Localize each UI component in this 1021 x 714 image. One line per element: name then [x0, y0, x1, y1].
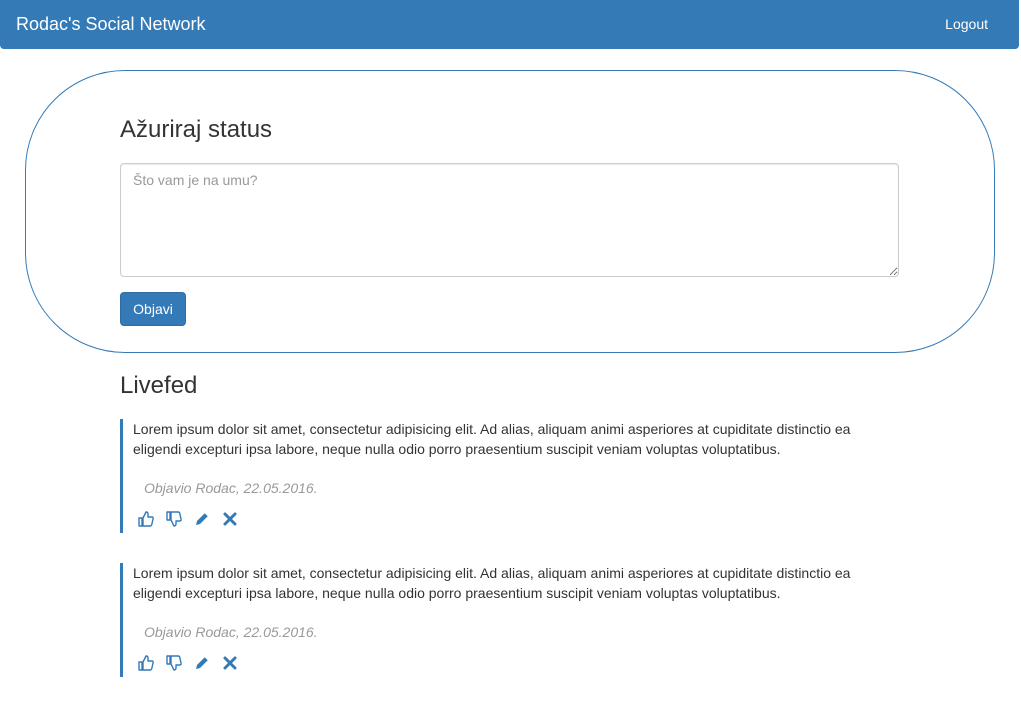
- livefeed-title: Livefed: [120, 372, 198, 399]
- status-title: Ažuriraj status: [120, 116, 273, 143]
- thumbs-up-icon[interactable]: [138, 511, 154, 527]
- remove-icon[interactable]: [222, 511, 238, 527]
- status-textarea[interactable]: [120, 163, 899, 277]
- pencil-icon[interactable]: [194, 655, 210, 671]
- thumbs-up-icon[interactable]: [138, 655, 154, 671]
- pencil-icon[interactable]: [194, 511, 210, 527]
- post-text: Lorem ipsum dolor sit amet, consectetur …: [133, 565, 851, 601]
- logout-link[interactable]: Logout: [945, 15, 988, 33]
- top-navbar: Rodac's Social Network Logout: [0, 0, 1019, 49]
- publish-button[interactable]: Objavi: [120, 292, 186, 326]
- thumbs-down-icon[interactable]: [166, 511, 182, 527]
- post-text: Lorem ipsum dolor sit amet, consectetur …: [133, 421, 851, 457]
- brand-link[interactable]: Rodac's Social Network: [16, 13, 206, 35]
- post-meta: Objavio Rodac, 22.05.2016.: [144, 480, 318, 496]
- remove-icon[interactable]: [222, 655, 238, 671]
- post-actions: [138, 511, 238, 527]
- thumbs-down-icon[interactable]: [166, 655, 182, 671]
- post-meta: Objavio Rodac, 22.05.2016.: [144, 624, 318, 640]
- feed-post: Lorem ipsum dolor sit amet, consectetur …: [120, 563, 880, 677]
- post-actions: [138, 655, 238, 671]
- feed-post: Lorem ipsum dolor sit amet, consectetur …: [120, 419, 880, 533]
